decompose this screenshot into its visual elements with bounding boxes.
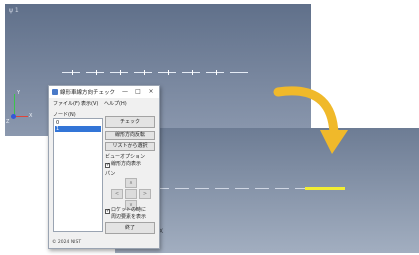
- curved-arrow-icon: [273, 86, 348, 154]
- view-option-label: ビューオプション: [105, 154, 146, 160]
- x-axis-label: X: [29, 113, 33, 119]
- close-button[interactable]: ×: [145, 87, 157, 97]
- title-bar[interactable]: 線形車線方向チェック — □ ×: [49, 86, 159, 98]
- viewport-top-label: ψ 1: [9, 7, 19, 14]
- check-button[interactable]: チェック: [105, 116, 155, 128]
- node-list-label: ノード(N): [53, 112, 76, 118]
- pan-label: パン: [105, 171, 116, 177]
- lane-direction-check-dialog: 線形車線方向チェック — □ × ファイル(F) 表示(V) ヘルプ(H) ノー…: [48, 85, 160, 249]
- lane-centerline-top: [62, 70, 262, 76]
- auto-show-checkbox[interactable]: ✓ロケットの時に 周辺要素を表示: [105, 207, 146, 220]
- y-axis-label: Y: [17, 90, 21, 96]
- menu-view[interactable]: 表示(V): [81, 100, 98, 107]
- app-icon: [52, 89, 58, 95]
- minimize-button[interactable]: —: [119, 87, 131, 97]
- menu-bar: ファイル(F) 表示(V) ヘルプ(H): [49, 99, 159, 108]
- menu-help[interactable]: ヘルプ(H): [104, 100, 127, 107]
- show-direction-label: 線形方向表示: [111, 161, 142, 167]
- x-axis-indicator: [14, 116, 28, 117]
- reverse-direction-button[interactable]: 線形方向反転: [105, 131, 155, 140]
- pan-right-button[interactable]: >: [139, 189, 151, 199]
- node-list[interactable]: 0 1: [53, 118, 103, 232]
- menu-file[interactable]: ファイル(F): [53, 100, 80, 107]
- checkbox-box[interactable]: ✓: [105, 209, 110, 214]
- exit-button[interactable]: 終了: [105, 222, 155, 234]
- checkbox-box[interactable]: ✓: [105, 163, 110, 168]
- select-from-list-button[interactable]: リストから選択: [105, 142, 155, 151]
- pan-left-button[interactable]: <: [111, 189, 123, 199]
- list-item-selected[interactable]: 1: [55, 126, 101, 132]
- highlighted-lane-segment: [305, 187, 345, 190]
- show-direction-checkbox[interactable]: ✓線形方向表示: [105, 160, 141, 168]
- copyright-footer: © 2024 NIST: [52, 240, 82, 245]
- window-title: 線形車線方向チェック: [60, 90, 116, 96]
- y-axis-indicator: [14, 94, 15, 116]
- auto-show-label-line1: ロケットの時に: [111, 207, 147, 213]
- auto-show-label-line2: 周辺要素を表示: [111, 214, 147, 220]
- pan-up-button[interactable]: ∧: [125, 178, 137, 188]
- pan-center: [125, 189, 137, 199]
- maximize-button[interactable]: □: [132, 87, 144, 97]
- z-axis-indicator: [11, 114, 16, 119]
- z-axis-label: Z: [6, 119, 10, 125]
